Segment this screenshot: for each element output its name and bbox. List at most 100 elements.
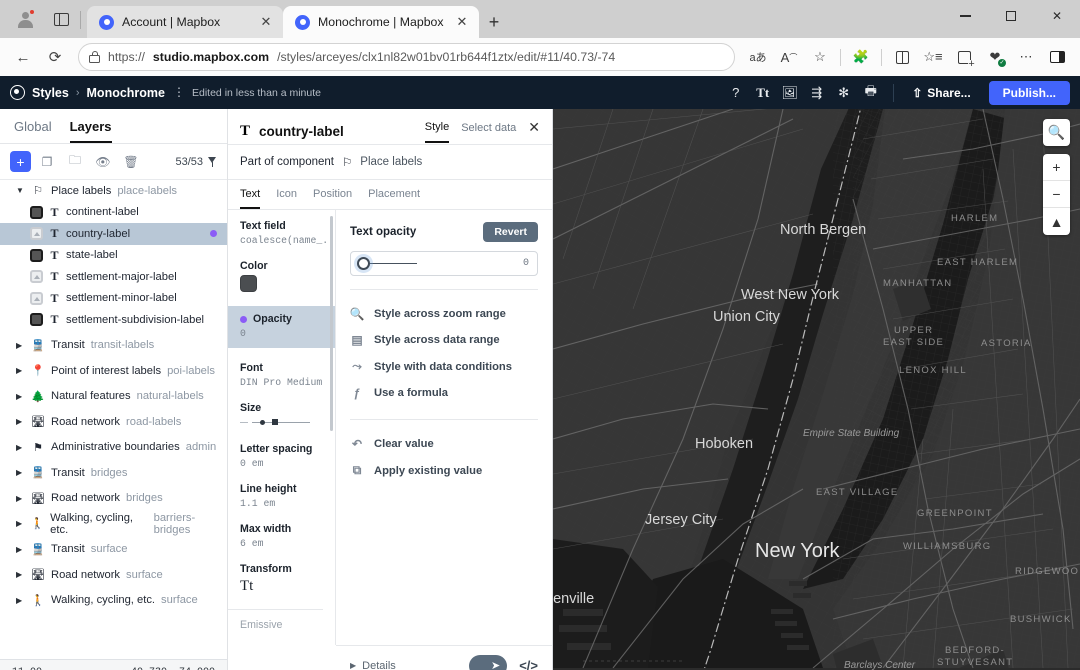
subtab-icon[interactable]: Icon [276, 188, 297, 209]
tab-close-icon[interactable]: ✕ [453, 13, 471, 31]
collections-star-icon[interactable]: ☆≡ [918, 42, 948, 72]
chevron-right-icon[interactable]: ▶ [16, 519, 24, 528]
favorites-star-icon[interactable]: ☆ [805, 42, 835, 72]
property-size[interactable]: Size [240, 402, 335, 429]
menu-clear-value[interactable]: ↶ Clear value [350, 431, 538, 457]
layer-group-road-bridges[interactable]: ▶ 🛣 Road network bridges [0, 488, 227, 510]
layer-group-barriers-bridges[interactable]: ▶ 🚶 Walking, cycling, etc. barriers-brid… [0, 512, 227, 536]
zoom-in-button[interactable]: + [1043, 154, 1070, 181]
minimize-button[interactable] [942, 0, 988, 32]
layer-item-country-label[interactable]: T country-label [0, 223, 227, 245]
chevron-right-icon[interactable]: ▶ [16, 392, 25, 401]
property-line-height[interactable]: Line height 1.1 em [240, 483, 335, 509]
browser-essentials-icon[interactable]: ❤ ✓ [980, 42, 1010, 72]
menu-style-across-data-range[interactable]: ▤ Style across data range [350, 327, 538, 353]
chevron-right-icon[interactable]: ▶ [16, 417, 25, 426]
menu-use-a-formula[interactable]: ƒ Use a formula [350, 380, 538, 406]
property-value[interactable]: Tt [240, 578, 335, 595]
property-text-field[interactable]: Text field coalesce(name_... [240, 220, 335, 246]
menu-style-across-zoom-range[interactable]: 🔍 Style across zoom range [350, 301, 538, 327]
revert-button[interactable]: Revert [483, 222, 538, 242]
layer-group-walking-surface[interactable]: ▶ 🚶 Walking, cycling, etc. surface [0, 590, 227, 612]
layer-group-road-surface[interactable]: ▶ 🛣 Road network surface [0, 564, 227, 586]
menu-apply-existing-value[interactable]: ⧉ Apply existing value [350, 457, 538, 484]
eye-off-icon[interactable]: 👁 [91, 151, 115, 172]
property-transform[interactable]: Transform Tt [240, 563, 335, 595]
slider-handle[interactable] [272, 418, 278, 425]
image-icon[interactable]: 🖼 [777, 80, 802, 105]
style-menu-icon[interactable]: ⋮ [173, 86, 185, 98]
breadcrumb-styles[interactable]: Styles [32, 86, 69, 100]
new-tab-button[interactable]: + [479, 6, 509, 38]
chevron-right-icon[interactable]: ▶ [16, 545, 25, 554]
layer-item-settlement-minor-label[interactable]: T settlement-minor-label [0, 288, 227, 310]
color-swatch[interactable] [240, 275, 257, 292]
slider-handle[interactable] [357, 257, 370, 270]
menu-style-with-data-conditions[interactable]: ⤳ Style with data conditions [350, 353, 538, 380]
browser-tab-1[interactable]: Account | Mapbox ✕ [87, 6, 283, 38]
publish-button[interactable]: Publish... [988, 80, 1070, 105]
subtab-text[interactable]: Text [240, 188, 261, 209]
layer-group-poi-labels[interactable]: ▶ 📍 Point of interest labels poi-labels [0, 360, 227, 382]
browser-tab-2[interactable]: Monochrome | Mapbox ✕ [283, 6, 479, 38]
property-list[interactable]: Text field coalesce(name_... Color Opaci… [228, 210, 336, 645]
layers-order-icon[interactable]: ⇶ [804, 80, 829, 105]
add-layer-button[interactable]: + [10, 151, 31, 172]
chevron-right-icon[interactable]: ▶ [16, 596, 25, 605]
trash-icon[interactable]: 🗑 [119, 151, 143, 172]
tab-select-data[interactable]: Select data [461, 122, 516, 142]
read-aloud-icon[interactable]: aあ [743, 42, 773, 72]
back-button[interactable]: ← [8, 42, 38, 72]
settings-gear-icon[interactable]: ✻ [831, 80, 856, 105]
map-canvas-container[interactable]: 🔍 + − ▲ North Bergen HARLEM EAST HARLEM … [553, 109, 1080, 670]
compass-icon[interactable]: ▲ [1043, 208, 1070, 235]
chevron-right-icon[interactable]: ▶ [16, 570, 25, 579]
immersive-reader-icon[interactable]: A ⌒ [774, 42, 804, 72]
share-button[interactable]: ⇧ Share... [904, 82, 978, 104]
layer-group-natural-labels[interactable]: ▶ 🌲 Natural features natural-labels [0, 386, 227, 408]
property-color[interactable]: Color [240, 260, 335, 292]
split-screen-icon[interactable] [887, 42, 917, 72]
chevron-right-icon[interactable]: ▶ [16, 494, 25, 503]
address-bar[interactable]: https:// studio.mapbox.com/styles/arceyes… [78, 43, 735, 71]
zoom-out-button[interactable]: − [1043, 181, 1070, 208]
funnel-icon[interactable] [208, 156, 217, 167]
layer-item-settlement-major-label[interactable]: T settlement-major-label [0, 266, 227, 288]
reload-button[interactable]: ⟳ [40, 42, 70, 72]
close-window-button[interactable]: ✕ [1034, 0, 1080, 32]
tab-actions-icon[interactable] [44, 0, 78, 38]
layer-group-road-labels[interactable]: ▶ 🛣 Road network road-labels [0, 411, 227, 433]
sidebar-toggle-icon[interactable] [1042, 42, 1072, 72]
add-favorite-icon[interactable] [949, 42, 979, 72]
print-icon[interactable]: 🖶 [858, 80, 883, 105]
tab-style[interactable]: Style [424, 121, 450, 143]
chevron-down-icon[interactable]: ▼ [16, 186, 25, 195]
cursor-mode-toggle[interactable]: ➤ [469, 654, 508, 670]
layer-group-admin[interactable]: ▶ ⚑ Administrative boundaries admin [0, 437, 227, 459]
help-icon[interactable]: ? [723, 80, 748, 105]
map-canvas[interactable] [553, 109, 1080, 668]
layer-item-continent-label[interactable]: T continent-label [0, 202, 227, 224]
layer-group-transit-labels[interactable]: ▶ 🚆 Transit transit-labels [0, 335, 227, 357]
folder-icon[interactable]: 🗀 [63, 151, 87, 172]
tab-close-icon[interactable]: ✕ [257, 13, 275, 31]
property-letter-spacing[interactable]: Letter spacing 0 em [240, 443, 335, 469]
close-icon[interactable]: ✕ [528, 119, 540, 144]
component-name[interactable]: Place labels [360, 156, 422, 168]
property-opacity[interactable]: Opacity 0 [228, 306, 335, 348]
layer-item-state-label[interactable]: T state-label [0, 245, 227, 267]
extensions-icon[interactable]: 🧩 [846, 42, 876, 72]
layer-list[interactable]: ▼ ⚐ Place labels place-labels T continen… [0, 180, 227, 659]
tab-layers[interactable]: Layers [69, 119, 112, 143]
typography-icon[interactable]: Tt [750, 80, 775, 105]
property-max-width[interactable]: Max width 6 em [240, 523, 335, 549]
maximize-button[interactable] [988, 0, 1034, 32]
chevron-right-icon[interactable]: ▶ [16, 443, 25, 452]
subtab-placement[interactable]: Placement [368, 188, 420, 209]
layer-group-transit-bridges[interactable]: ▶ 🚆 Transit bridges [0, 462, 227, 484]
chevron-right-icon[interactable]: ▶ [16, 468, 25, 477]
profile-button[interactable] [6, 0, 44, 38]
chevron-right-icon[interactable]: ▶ [16, 366, 25, 375]
layer-group-transit-surface[interactable]: ▶ 🚆 Transit surface [0, 539, 227, 561]
duplicate-icon[interactable]: ❐ [35, 151, 59, 172]
